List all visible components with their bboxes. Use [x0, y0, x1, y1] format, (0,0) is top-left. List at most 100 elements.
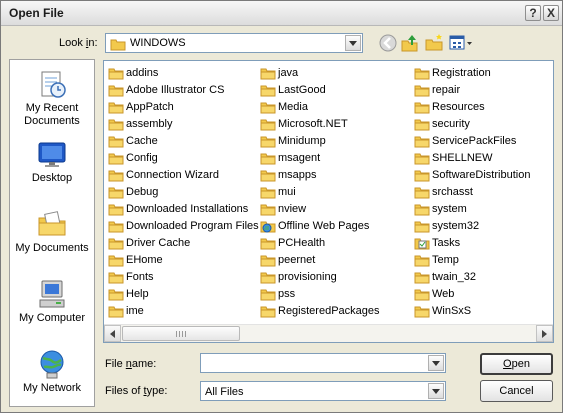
offline-folder-icon	[260, 219, 276, 236]
folder-icon	[414, 117, 430, 134]
folder-icon	[414, 168, 430, 185]
file-item-name: Cache	[126, 135, 158, 147]
file-item-name: Driver Cache	[126, 237, 191, 249]
place-my-documents[interactable]: My Documents	[10, 208, 94, 255]
file-list[interactable]: addins Adobe Illustrator CS AppPatch assemb…	[103, 60, 554, 343]
file-item-name: twain_32	[432, 271, 477, 283]
file-item-name: Connection Wizard	[126, 169, 219, 181]
folder-icon	[108, 202, 124, 219]
folder-icon	[108, 236, 124, 253]
file-name-field[interactable]	[200, 353, 446, 373]
file-item-name: WinSxS	[432, 305, 472, 317]
cancel-button[interactable]: Cancel	[480, 380, 553, 402]
folder-icon	[414, 270, 430, 287]
title-bar[interactable]: Open File ? X	[1, 1, 562, 26]
place-my-computer[interactable]: My Computer	[10, 278, 94, 325]
file-item-name: java	[278, 67, 299, 79]
file-item-name: EHome	[126, 254, 163, 266]
open-file-dialog: Open File ? X Look in: WINDOWS My Recent…	[0, 0, 563, 413]
look-in-dropdown-button[interactable]	[345, 35, 361, 51]
folder-icon	[108, 100, 124, 117]
folder-icon	[260, 168, 276, 185]
file-item-name: Minidump	[278, 135, 326, 147]
folder-icon	[108, 83, 124, 100]
folder-icon	[260, 185, 276, 202]
file-item-name: system	[432, 203, 467, 215]
folder-icon	[414, 304, 430, 321]
place-desktop[interactable]: Desktop	[10, 138, 94, 185]
folder-icon	[108, 270, 124, 287]
folder-icon	[108, 66, 124, 83]
files-of-type-dropdown-button[interactable]	[428, 383, 444, 399]
place-label: My Network	[22, 382, 82, 394]
file-item-name: Media	[278, 101, 308, 113]
file-name-label: File name:	[105, 358, 157, 370]
network-icon	[36, 348, 68, 380]
folder-icon	[260, 117, 276, 134]
window-title: Open File	[9, 6, 64, 20]
folder-icon	[414, 219, 430, 236]
open-button[interactable]: Open	[480, 353, 553, 375]
folder-icon	[260, 134, 276, 151]
folder-icon	[108, 134, 124, 151]
my-computer-icon	[36, 278, 68, 310]
file-item-name: Temp	[432, 254, 459, 266]
file-item-name: Microsoft.NET	[278, 118, 348, 130]
files-of-type-value: All Files	[205, 386, 244, 398]
file-item-name: system32	[432, 220, 480, 232]
file-name-dropdown-button[interactable]	[428, 355, 444, 371]
close-button[interactable]: X	[543, 5, 559, 21]
place-my-network[interactable]: My Network	[10, 348, 94, 395]
file-item-name: ServicePackFiles	[432, 135, 517, 147]
file-item-name: SHELLNEW	[432, 152, 493, 164]
folder-icon	[260, 253, 276, 270]
file-item-name: addins	[126, 67, 159, 79]
place-label: Desktop	[31, 172, 73, 184]
file-item-name: RegisteredPackages	[278, 305, 380, 317]
folder-icon	[260, 66, 276, 83]
file-item-name: security	[432, 118, 470, 130]
place-label: My Documents	[15, 242, 89, 254]
up-folder-icon[interactable]	[400, 33, 420, 53]
files-of-type-label: Files of type:	[105, 385, 168, 397]
file-item-name: Help	[126, 288, 149, 300]
file-item-name: peernet	[278, 254, 316, 266]
folder-icon	[414, 253, 430, 270]
file-item-name: Debug	[126, 186, 159, 198]
look-in-combo[interactable]: WINDOWS	[105, 33, 363, 53]
help-button[interactable]: ?	[525, 5, 541, 21]
folder-icon	[108, 185, 124, 202]
new-folder-icon[interactable]	[424, 33, 444, 53]
file-item-name: SoftwareDistribution	[432, 169, 531, 181]
horizontal-scrollbar[interactable]	[104, 324, 553, 342]
place-my-recent-documents[interactable]: My Recent Documents	[10, 68, 94, 128]
files-of-type-combo[interactable]: All Files	[200, 381, 446, 401]
back-icon[interactable]	[378, 33, 398, 53]
folder-icon	[260, 83, 276, 100]
scroll-thumb[interactable]	[122, 326, 240, 341]
look-in-value: WINDOWS	[130, 37, 186, 49]
file-item-name: Registration	[432, 67, 491, 79]
file-item-name: pss	[278, 288, 296, 300]
folder-icon	[108, 304, 124, 321]
file-item-name: repair	[432, 84, 461, 96]
folder-icon	[260, 287, 276, 304]
scroll-right-button[interactable]	[536, 325, 553, 342]
folder-icon	[260, 236, 276, 253]
folder-icon	[414, 100, 430, 117]
file-item-name: AppPatch	[126, 101, 174, 113]
folder-icon	[108, 253, 124, 270]
views-menu-icon[interactable]	[448, 33, 474, 53]
recent-documents-icon	[36, 68, 68, 100]
file-item-name: Adobe Illustrator CS	[126, 84, 225, 96]
folder-icon	[108, 287, 124, 304]
folder-icon	[414, 202, 430, 219]
scroll-left-button[interactable]	[104, 325, 121, 342]
place-label: My Recent Documents	[24, 102, 80, 127]
file-item-name: Config	[126, 152, 158, 164]
folder-icon	[260, 304, 276, 321]
file-name-input[interactable]	[203, 356, 423, 370]
file-item-name: Resources	[432, 101, 485, 113]
folder-icon	[260, 202, 276, 219]
folder-icon	[414, 151, 430, 168]
